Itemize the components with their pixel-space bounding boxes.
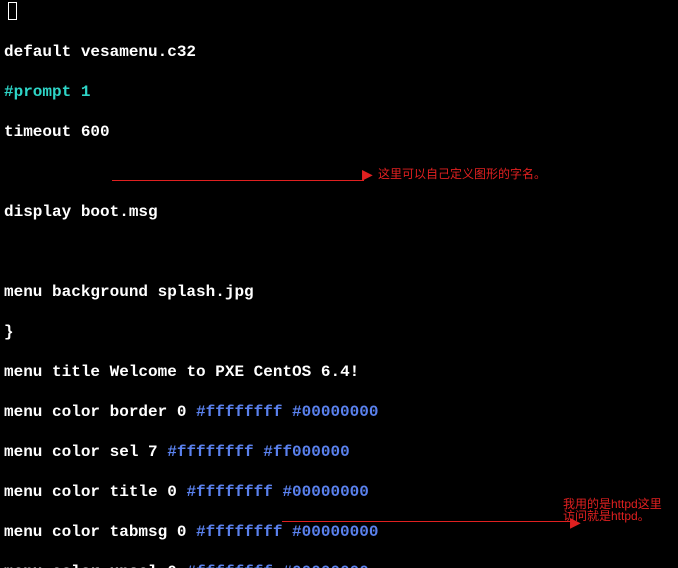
config-line: } — [4, 322, 674, 342]
config-line: menu background splash.jpg — [4, 282, 674, 302]
menu-title-line: menu title Welcome to PXE CentOS 6.4! — [4, 362, 674, 382]
terminal-content: default vesamenu.c32 #prompt 1 timeout 6… — [0, 0, 678, 568]
text: menu color border 0 — [4, 403, 196, 421]
annotation-title: 这里可以自己定义图形的字名。 — [378, 164, 546, 184]
config-line: display boot.msg — [4, 202, 674, 222]
config-line: timeout 600 — [4, 122, 674, 142]
text-cursor — [8, 2, 17, 20]
text: menu color sel 7 — [4, 443, 167, 461]
menu-title-value: Welcome to PXE CentOS 6.4! — [110, 363, 360, 381]
blank-line — [4, 162, 674, 182]
color-values: #ffffffff #ff000000 — [167, 443, 349, 461]
text: menu title — [4, 363, 110, 381]
menu-color-line: menu color border 0 #ffffffff #00000000 — [4, 402, 674, 422]
menu-color-line: menu color unsel 0 #ffffffff #00000000 — [4, 562, 674, 568]
config-line-comment: #prompt 1 — [4, 82, 674, 102]
text: menu color tabmsg 0 — [4, 523, 196, 541]
color-values: #ffffffff #00000000 — [186, 563, 368, 568]
config-line: default vesamenu.c32 — [4, 42, 674, 62]
menu-color-line: menu color sel 7 #ffffffff #ff000000 — [4, 442, 674, 462]
color-values: #ffffffff #00000000 — [196, 523, 378, 541]
text: menu color title 0 — [4, 483, 186, 501]
annotation-httpd-2: 访问就是httpd。 — [563, 506, 650, 526]
blank-line — [4, 242, 674, 262]
underline-ks — [282, 521, 572, 522]
color-values: #ffffffff #00000000 — [196, 403, 378, 421]
text: menu color unsel 0 — [4, 563, 186, 568]
underline-title — [112, 180, 364, 181]
color-values: #ffffffff #00000000 — [186, 483, 368, 501]
